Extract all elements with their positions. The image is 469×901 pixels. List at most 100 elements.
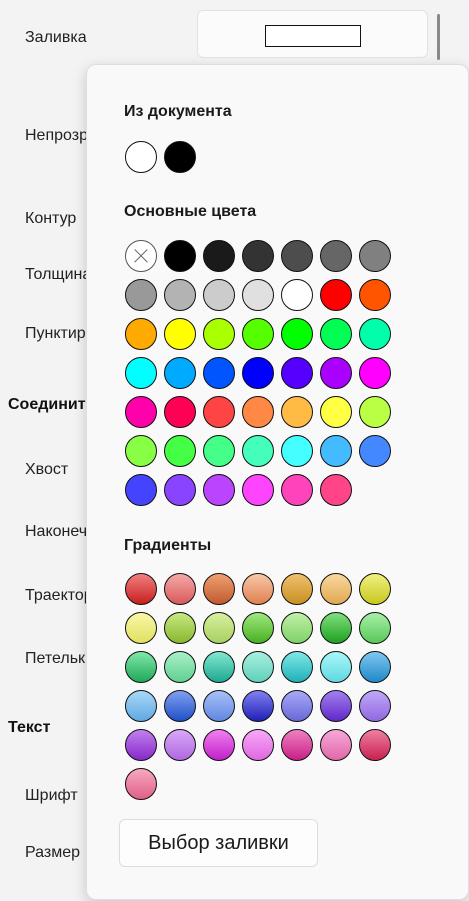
basic-color-swatch[interactable] [242, 318, 274, 350]
basic-color-swatch[interactable] [281, 240, 313, 272]
basic-color-swatch[interactable] [203, 435, 235, 467]
gradient-swatch[interactable] [164, 651, 196, 683]
basic-color-swatch[interactable] [281, 435, 313, 467]
basic-color-swatch[interactable] [164, 396, 196, 428]
gradient-swatch[interactable] [164, 612, 196, 644]
gradient-swatch[interactable] [359, 729, 391, 761]
basic-color-swatch[interactable] [359, 396, 391, 428]
gradient-swatch[interactable] [125, 690, 157, 722]
gradient-swatch[interactable] [320, 612, 352, 644]
gradient-swatch[interactable] [281, 729, 313, 761]
gradient-swatch[interactable] [242, 651, 274, 683]
basic-color-swatch[interactable] [281, 279, 313, 311]
gradient-swatch[interactable] [242, 612, 274, 644]
gradient-swatch[interactable] [125, 768, 157, 800]
from-document-heading: Из документа [124, 103, 232, 120]
basic-color-swatch[interactable] [320, 474, 352, 506]
gradient-swatch[interactable] [242, 729, 274, 761]
basic-color-swatch[interactable] [359, 435, 391, 467]
current-fill-swatch [265, 25, 361, 47]
gradient-swatch[interactable] [125, 651, 157, 683]
basic-color-swatch[interactable] [359, 279, 391, 311]
basic-color-swatch[interactable] [203, 474, 235, 506]
basic-color-swatch[interactable] [320, 279, 352, 311]
basic-color-swatch[interactable] [320, 357, 352, 389]
basic-color-swatch[interactable] [203, 357, 235, 389]
basic-color-swatch[interactable] [164, 318, 196, 350]
basic-color-swatch[interactable] [242, 396, 274, 428]
basic-color-swatch[interactable] [281, 474, 313, 506]
basic-color-swatch[interactable] [125, 318, 157, 350]
gradient-swatch[interactable] [359, 690, 391, 722]
gradients-heading: Градиенты [124, 537, 212, 554]
basic-color-swatch[interactable] [203, 318, 235, 350]
basic-color-swatch[interactable] [281, 318, 313, 350]
choose-fill-button[interactable]: Выбор заливки [119, 819, 318, 867]
basic-color-swatch[interactable] [203, 396, 235, 428]
gradient-swatch[interactable] [359, 612, 391, 644]
basic-color-swatch[interactable] [242, 357, 274, 389]
basic-color-swatch[interactable] [125, 279, 157, 311]
basic-color-swatch[interactable] [164, 357, 196, 389]
basic-color-swatch[interactable] [125, 474, 157, 506]
fill-color-selector[interactable] [197, 10, 428, 58]
basic-color-swatch[interactable] [320, 318, 352, 350]
gradient-swatch[interactable] [320, 573, 352, 605]
gradient-swatch[interactable] [242, 573, 274, 605]
basic-color-swatch[interactable] [164, 474, 196, 506]
gradient-swatch[interactable] [359, 651, 391, 683]
basic-color-swatch[interactable] [242, 240, 274, 272]
gradient-swatch[interactable] [203, 690, 235, 722]
gradient-swatch[interactable] [281, 573, 313, 605]
basic-color-swatch[interactable] [359, 357, 391, 389]
gradient-swatch[interactable] [242, 690, 274, 722]
gradients-grid [125, 573, 393, 802]
gradient-swatch[interactable] [125, 612, 157, 644]
basic-color-swatch[interactable] [242, 279, 274, 311]
basic-color-swatch[interactable] [359, 240, 391, 272]
gradient-swatch[interactable] [203, 612, 235, 644]
basic-color-swatch[interactable] [203, 279, 235, 311]
gradient-swatch[interactable] [203, 729, 235, 761]
document-color-swatch[interactable] [125, 141, 157, 173]
loop-label: Петелька [25, 650, 95, 667]
basic-color-swatch[interactable] [320, 435, 352, 467]
basic-color-swatch[interactable] [125, 396, 157, 428]
gradient-swatch[interactable] [125, 573, 157, 605]
basic-color-swatch[interactable] [203, 240, 235, 272]
basic-color-swatch[interactable] [320, 240, 352, 272]
basic-color-swatch[interactable] [125, 357, 157, 389]
gradient-swatch[interactable] [164, 690, 196, 722]
gradient-swatch[interactable] [203, 573, 235, 605]
gradient-swatch[interactable] [164, 729, 196, 761]
basic-color-swatch[interactable] [242, 435, 274, 467]
basic-color-swatch[interactable] [359, 318, 391, 350]
basic-color-swatch[interactable] [242, 474, 274, 506]
basic-colors-heading: Основные цвета [124, 203, 257, 220]
outline-label: Контур [25, 210, 77, 227]
gradient-swatch[interactable] [164, 573, 196, 605]
gradient-swatch[interactable] [320, 690, 352, 722]
scrollbar-thumb[interactable] [437, 14, 440, 60]
basic-color-swatch[interactable] [281, 357, 313, 389]
gradient-swatch[interactable] [359, 573, 391, 605]
document-color-swatch[interactable] [164, 141, 196, 173]
basic-color-swatch[interactable] [164, 435, 196, 467]
gradient-swatch[interactable] [281, 612, 313, 644]
basic-color-swatch[interactable] [164, 240, 196, 272]
gradient-swatch[interactable] [125, 729, 157, 761]
gradient-swatch[interactable] [281, 651, 313, 683]
no-fill-swatch[interactable] [125, 240, 157, 272]
gradient-swatch[interactable] [203, 651, 235, 683]
document-colors-grid [125, 141, 393, 175]
basic-color-swatch[interactable] [164, 279, 196, 311]
font-label: Шрифт [25, 787, 78, 804]
basic-colors-grid [125, 240, 393, 508]
basic-color-swatch[interactable] [125, 435, 157, 467]
basic-color-swatch[interactable] [281, 396, 313, 428]
gradient-swatch[interactable] [320, 651, 352, 683]
size-label: Размер [25, 844, 80, 861]
gradient-swatch[interactable] [281, 690, 313, 722]
gradient-swatch[interactable] [320, 729, 352, 761]
basic-color-swatch[interactable] [320, 396, 352, 428]
